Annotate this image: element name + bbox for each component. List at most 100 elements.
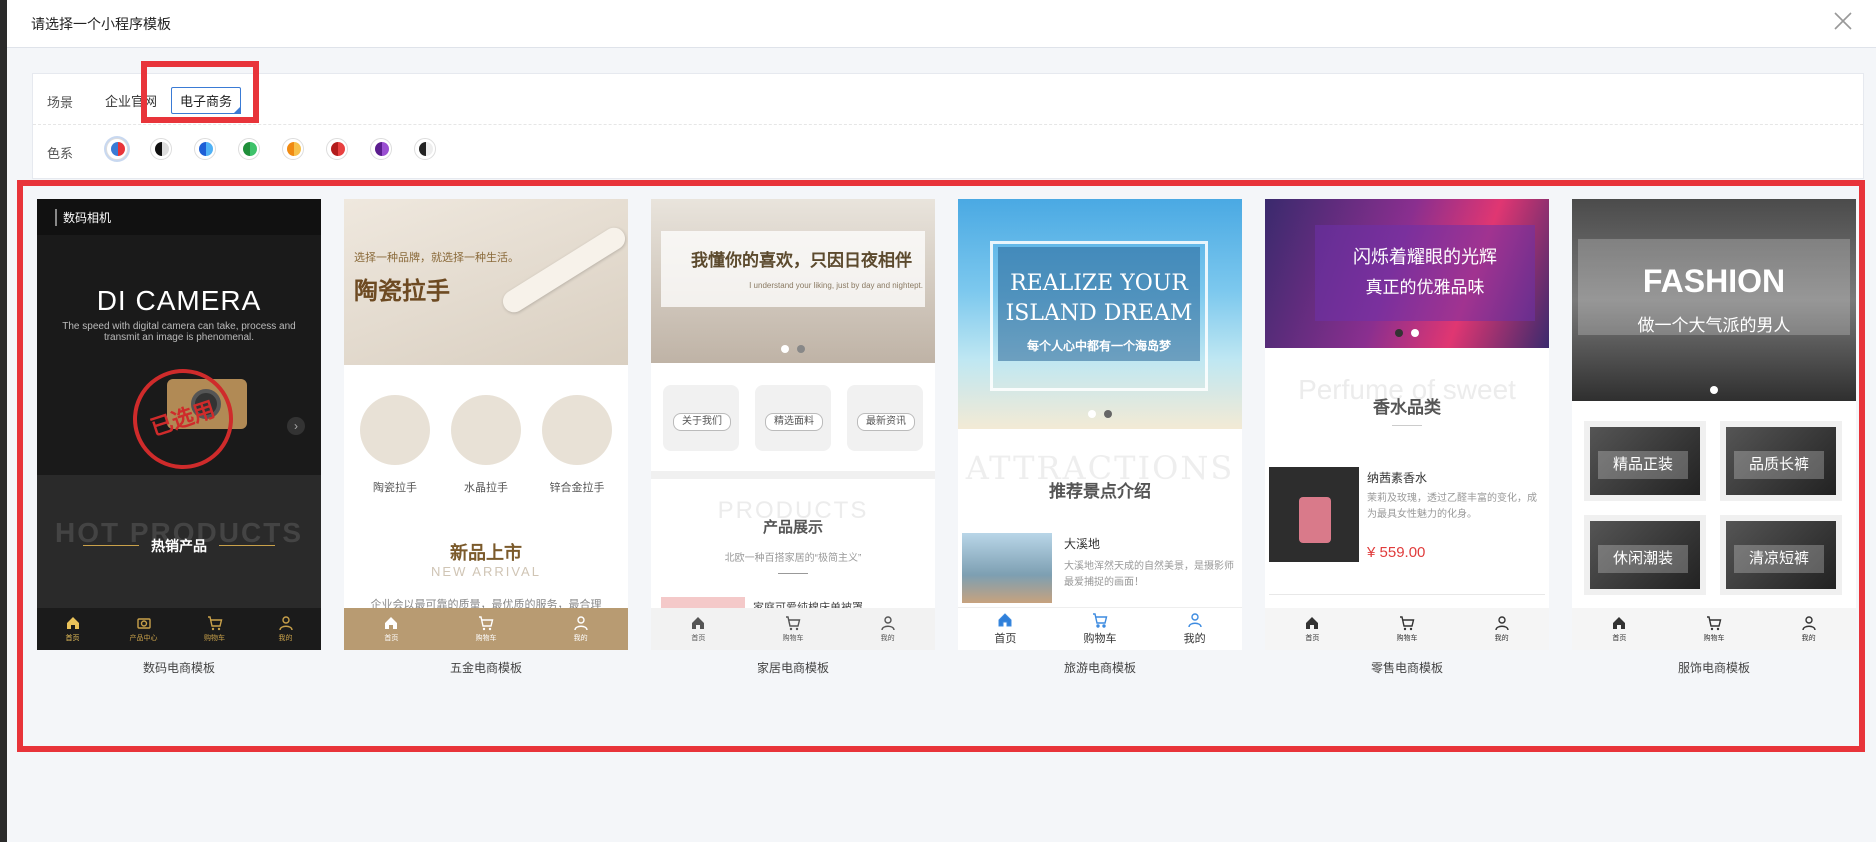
- category-image: [451, 395, 521, 465]
- tab-profile: 我的: [1477, 615, 1527, 643]
- category-label: 水晶拉手: [464, 482, 508, 494]
- home-icon: [1306, 617, 1319, 629]
- color-swatch[interactable]: [370, 138, 392, 160]
- template-card-retail[interactable]: 闪烁着耀眼的光辉 真正的优雅品味 Perfume of sweet 香水品类 纳…: [1265, 199, 1549, 676]
- tab-home: 首页: [48, 615, 98, 643]
- template-name: 零售电商模板: [1370, 661, 1443, 675]
- category-label: 锌合金拉手: [549, 482, 605, 494]
- tab-profile: 我的: [556, 615, 606, 643]
- divider: [1269, 594, 1545, 595]
- template-card-travel[interactable]: REALIZE YOUR ISLAND DREAM 每个人心中都有一个海岛梦 A…: [958, 199, 1242, 676]
- color-swatch[interactable]: [150, 138, 172, 160]
- tab-cart: 购物车: [461, 615, 511, 643]
- tab-profile: 我的: [261, 615, 311, 643]
- carousel-dots: [651, 340, 935, 358]
- thumb-section-subtitle: NEW ARRIVAL: [431, 564, 541, 579]
- thumb-tabbar: 首页 购物车 我的: [344, 608, 628, 650]
- quick-link-about: 关于我们: [663, 385, 739, 451]
- thumb-headline-2: ISLAND DREAM: [1005, 301, 1193, 326]
- category-label: 陶瓷拉手: [373, 482, 417, 494]
- thumb-tabbar: 首页 购物车 我的: [958, 607, 1242, 650]
- tab-cart: 购物车: [768, 615, 818, 643]
- tab-profile: 我的: [1170, 612, 1220, 646]
- scene-option-ecommerce[interactable]: 电子商务: [171, 87, 242, 114]
- template-thumbnail[interactable]: 我懂你的喜欢，只因日夜相伴 I understand your liking, …: [651, 199, 935, 650]
- product-name: 纳茜素香水: [1367, 471, 1428, 485]
- chevron-right-icon: ›: [287, 417, 305, 435]
- color-swatch[interactable]: [282, 138, 304, 160]
- tab-profile: 我的: [863, 615, 913, 643]
- template-card-home[interactable]: 我懂你的喜欢，只因日夜相伴 I understand your liking, …: [651, 199, 935, 676]
- color-swatch[interactable]: [106, 138, 128, 160]
- selected-stamp: 已选用: [119, 355, 247, 483]
- user-icon: [1187, 613, 1202, 628]
- thumb-slogan: 选择一种品牌，就选择一种生活。: [354, 252, 519, 264]
- cart-icon: [785, 616, 801, 631]
- template-thumbnail[interactable]: 选择一种品牌，就选择一种生活。 陶瓷拉手 陶瓷拉手 水晶拉手 锌合金拉手 新品上…: [344, 199, 628, 650]
- thumb-subline: I understand your liking, just by day an…: [749, 281, 923, 290]
- thumb-tabbar: 首页 购物车 我的: [651, 608, 935, 650]
- thumb-headline: DI CAMERA: [96, 285, 262, 316]
- scene-option-corporate[interactable]: 企业官网: [105, 91, 157, 110]
- tab-home: 首页: [1594, 615, 1644, 643]
- template-thumbnail[interactable]: REALIZE YOUR ISLAND DREAM 每个人心中都有一个海岛梦 A…: [958, 199, 1242, 650]
- user-icon: [1801, 616, 1816, 631]
- color-swatch[interactable]: [414, 138, 436, 160]
- thumb-logo: 数码相机: [55, 209, 111, 226]
- carousel-dots: [1265, 324, 1549, 342]
- tab-profile: 我的: [1784, 615, 1834, 643]
- template-name: 家居电商模板: [756, 661, 829, 675]
- thumb-tabbar: 首页 购物车 我的: [1572, 608, 1856, 650]
- home-icon: [1613, 617, 1626, 629]
- template-card-hardware[interactable]: 选择一种品牌，就选择一种生活。 陶瓷拉手 陶瓷拉手 水晶拉手 锌合金拉手 新品上…: [344, 199, 628, 676]
- thumb-headline-2: 真正的优雅品味: [1365, 278, 1485, 297]
- filter-panel: 场景 企业官网 电子商务 色系: [32, 73, 1864, 179]
- tab-products: 产品中心: [119, 615, 169, 643]
- close-button[interactable]: [1832, 10, 1854, 32]
- carousel-dots: [1572, 381, 1856, 399]
- template-card-fashion[interactable]: FASHION 做一个大气派的男人 精品正装 品质长裤 休闲潮装 清凉短裤 首页…: [1572, 199, 1856, 676]
- template-thumbnail[interactable]: 数码相机 DI CAMERA The speed with digital ca…: [37, 199, 321, 650]
- category-tile: 品质长裤: [1720, 421, 1842, 501]
- thumb-headline: 我懂你的喜欢，只因日夜相伴: [691, 251, 912, 270]
- divider: [651, 471, 935, 479]
- thumb-tabbar: 首页 购物车 我的: [1265, 608, 1549, 650]
- thumb-tabbar: 首页 产品中心 购物车 我的: [37, 608, 321, 650]
- thumb-subline: 做一个大气派的男人: [1637, 316, 1791, 335]
- thumb-section-title: 产品展示: [762, 519, 823, 536]
- template-name: 五金电商模板: [449, 661, 522, 675]
- thumb-section-subtitle: 北欧一种百搭家居的“极简主义”: [724, 553, 862, 564]
- template-thumbnail[interactable]: 闪烁着耀眼的光辉 真正的优雅品味 Perfume of sweet 香水品类 纳…: [1265, 199, 1549, 650]
- home-icon: [998, 613, 1012, 627]
- template-name: 旅游电商模板: [1063, 661, 1136, 675]
- divider: [1392, 425, 1422, 426]
- scene-label: 场景: [47, 95, 74, 110]
- thumb-headline: 陶瓷拉手: [354, 278, 450, 305]
- cart-icon: [207, 616, 222, 631]
- attraction-desc: 大溪地浑然天成的自然美景，是摄影师最爱捕捉的画面！: [1064, 561, 1234, 588]
- thumb-headline-1: REALIZE YOUR: [1010, 271, 1188, 296]
- template-card-digital[interactable]: 数码相机 DI CAMERA The speed with digital ca…: [37, 199, 321, 676]
- tab-cart: 购物车: [190, 615, 240, 643]
- cart-icon: [478, 616, 494, 631]
- attraction-image: [962, 533, 1052, 603]
- thumb-section-title: 新品上市: [450, 543, 522, 563]
- carousel-dots: [958, 405, 1242, 423]
- color-swatch[interactable]: [326, 138, 348, 160]
- tab-home: 首页: [980, 612, 1030, 646]
- quick-link-fabric: 精选面料: [755, 385, 831, 451]
- template-picker-modal: 请选择一个小程序模板 场景 企业官网 电子商务 色系 数码相机 DI CAMER…: [7, 0, 1876, 842]
- template-thumbnail[interactable]: FASHION 做一个大气派的男人 精品正装 品质长裤 休闲潮装 清凉短裤 首页…: [1572, 199, 1856, 650]
- tab-cart: 购物车: [1382, 615, 1432, 643]
- tab-cart: 购物车: [1689, 615, 1739, 643]
- cart-icon: [1706, 616, 1722, 631]
- tab-cart: 购物车: [1075, 612, 1125, 646]
- home-icon: [692, 617, 705, 629]
- color-filter-row: 色系: [33, 125, 1863, 175]
- product-price: ¥ 559.00: [1367, 544, 1426, 561]
- scene-filter-row: 场景 企业官网 电子商务: [33, 74, 1863, 125]
- modal-header: 请选择一个小程序模板: [7, 0, 1876, 48]
- thumb-section-title: 推荐景点介绍: [1049, 482, 1151, 501]
- color-swatch[interactable]: [194, 138, 216, 160]
- color-swatch[interactable]: [238, 138, 260, 160]
